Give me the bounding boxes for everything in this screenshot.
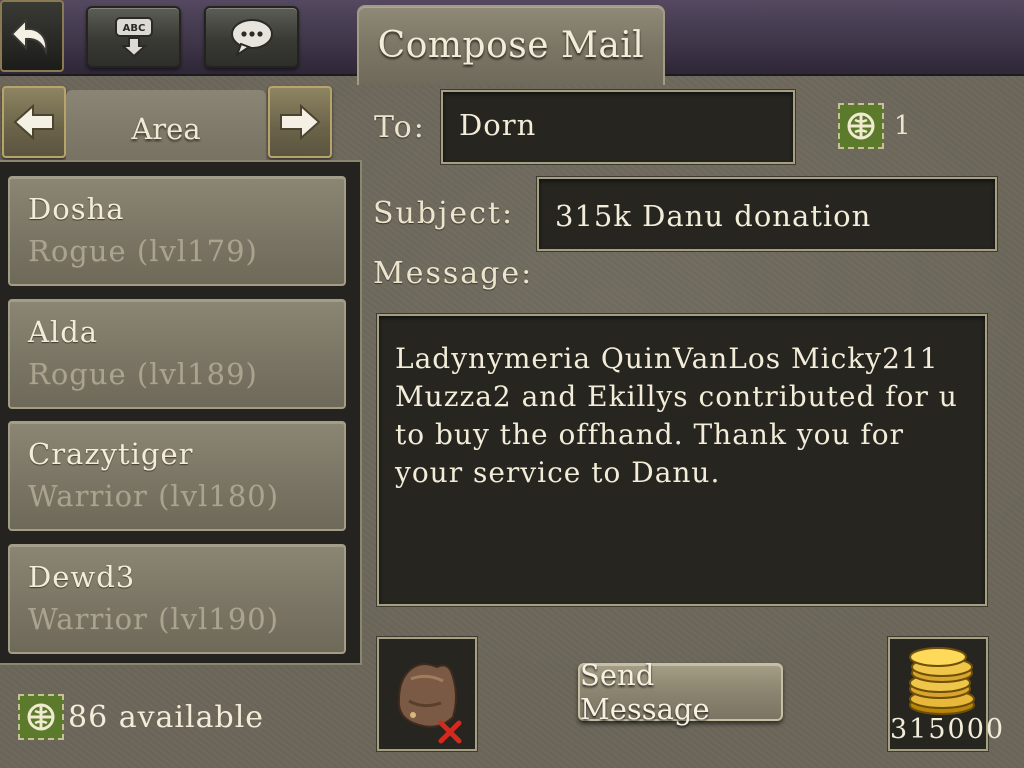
- arrow-left-icon: [13, 104, 54, 140]
- message-field[interactable]: Ladynymeria QuinVanLos Micky211 Muzza2 a…: [377, 314, 987, 606]
- item-bag-icon: [397, 663, 462, 744]
- player-class: Rogue (lvl189): [28, 357, 258, 391]
- send-message-button[interactable]: Send Message: [578, 658, 783, 726]
- arrow-right-icon: [280, 104, 321, 140]
- list-item[interactable]: Dewd3 Warrior (lvl190): [8, 544, 346, 654]
- stamp-icon: [18, 694, 64, 740]
- player-class: Rogue (lvl179): [28, 234, 258, 268]
- stamp-cost: 1: [838, 103, 911, 149]
- message-value: Ladynymeria QuinVanLos Micky211 Muzza2 a…: [395, 342, 958, 489]
- player-class: Warrior (lvl180): [28, 479, 280, 513]
- back-arrow-icon: [10, 17, 48, 56]
- next-area-button[interactable]: [268, 86, 332, 158]
- recipient-field[interactable]: Dorn: [441, 90, 795, 164]
- player-name: Crazytiger: [28, 437, 194, 471]
- abc-download-button[interactable]: ABC: [86, 6, 181, 68]
- attachment-slot[interactable]: [377, 637, 477, 751]
- list-item[interactable]: Crazytiger Warrior (lvl180): [8, 421, 346, 531]
- prev-area-button[interactable]: [2, 86, 66, 158]
- gold-coins-icon: [909, 647, 975, 715]
- subject-value: 315k Danu donation: [555, 199, 872, 233]
- svg-text:ABC: ABC: [122, 23, 145, 34]
- recipient-value: Dorn: [459, 108, 537, 142]
- stamp-cost-count: 1: [894, 111, 911, 141]
- chat-button[interactable]: [204, 6, 299, 68]
- send-label: Send Message: [580, 658, 710, 726]
- area-filter-tab[interactable]: Area: [66, 90, 266, 164]
- gold-amount: 315000: [890, 714, 1006, 745]
- to-label: To:: [374, 110, 426, 145]
- available-text: 86 available: [68, 699, 265, 735]
- abc-download-icon: ABC: [114, 17, 153, 58]
- player-name: Alda: [28, 315, 99, 349]
- back-button[interactable]: [0, 0, 64, 72]
- stamps-available: 86 available: [18, 694, 264, 740]
- list-item[interactable]: Dosha Rogue (lvl179): [8, 176, 346, 286]
- player-list[interactable]: Dosha Rogue (lvl179) Alda Rogue (lvl189)…: [0, 160, 362, 665]
- player-class: Warrior (lvl190): [28, 602, 280, 636]
- speech-bubble-icon: [230, 19, 273, 57]
- list-item[interactable]: Alda Rogue (lvl189): [8, 299, 346, 409]
- subject-label: Subject:: [373, 196, 515, 231]
- subject-field[interactable]: 315k Danu donation: [537, 177, 997, 251]
- message-label: Message:: [373, 256, 534, 291]
- player-name: Dosha: [28, 192, 125, 226]
- remove-x-icon: [438, 720, 462, 744]
- stamp-icon: [838, 103, 884, 149]
- tab-title: Compose Mail: [377, 25, 645, 66]
- player-name: Dewd3: [28, 560, 136, 594]
- tab-compose-mail[interactable]: Compose Mail: [357, 5, 665, 85]
- area-filter-label: Area: [131, 112, 201, 146]
